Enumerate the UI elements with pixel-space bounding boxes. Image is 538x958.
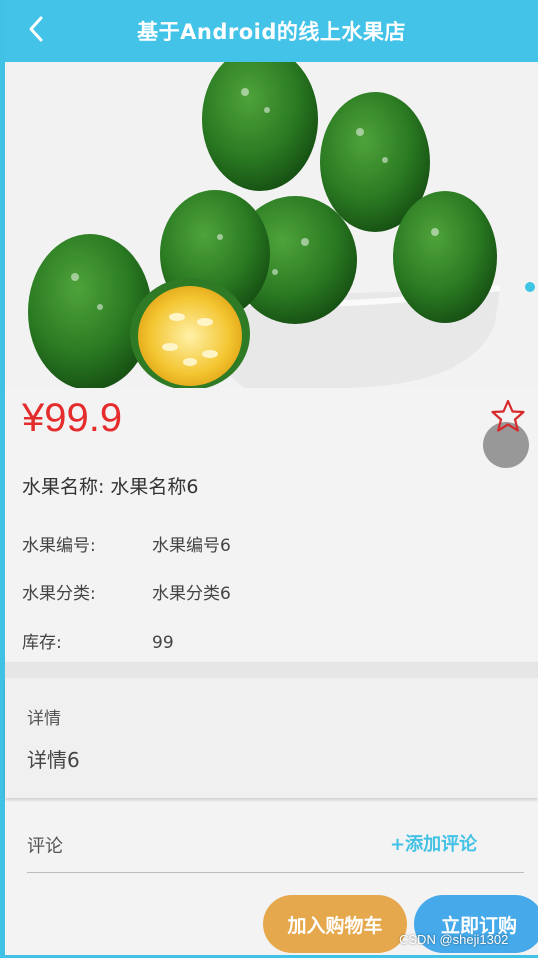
product-image-carousel[interactable] <box>5 62 538 388</box>
fruit-photo <box>5 62 538 388</box>
product-name-row: 水果名称: 水果名称6 <box>22 472 199 499</box>
product-field-row: 库存: 99 <box>22 628 174 653</box>
field-value: 99 <box>152 633 174 653</box>
star-icon[interactable] <box>490 398 526 434</box>
field-value: 水果编号6 <box>152 536 231 556</box>
product-price: ¥99.9 <box>22 396 123 440</box>
detail-text: 详情6 <box>27 748 80 772</box>
product-name-value: 水果名称6 <box>110 476 199 498</box>
comments-label: 评论 <box>27 836 63 857</box>
product-name-label: 水果名称: <box>22 476 105 498</box>
field-label: 水果编号: <box>22 536 96 556</box>
product-field-row: 水果编号: 水果编号6 <box>22 531 231 556</box>
add-to-cart-button[interactable]: 加入购物车 <box>263 895 407 953</box>
product-field-row: 水果分类: 水果分类6 <box>22 579 231 604</box>
field-label: 库存: <box>22 633 62 653</box>
add-comment-button[interactable]: +添加评论 <box>390 830 477 856</box>
detail-section: 详情 详情6 <box>5 678 538 798</box>
detail-label: 详情 <box>27 709 61 729</box>
favorite-button[interactable] <box>483 398 533 468</box>
app-header: 基于Android的线上水果店 <box>5 0 538 62</box>
page-title: 基于Android的线上水果店 <box>137 20 406 44</box>
watermark: CSDN @sheji1302 <box>399 932 509 947</box>
field-label: 水果分类: <box>22 584 96 604</box>
section-divider <box>5 662 538 678</box>
comments-divider <box>27 872 524 873</box>
field-value: 水果分类6 <box>152 584 231 604</box>
carousel-indicator-dot[interactable] <box>525 282 535 292</box>
